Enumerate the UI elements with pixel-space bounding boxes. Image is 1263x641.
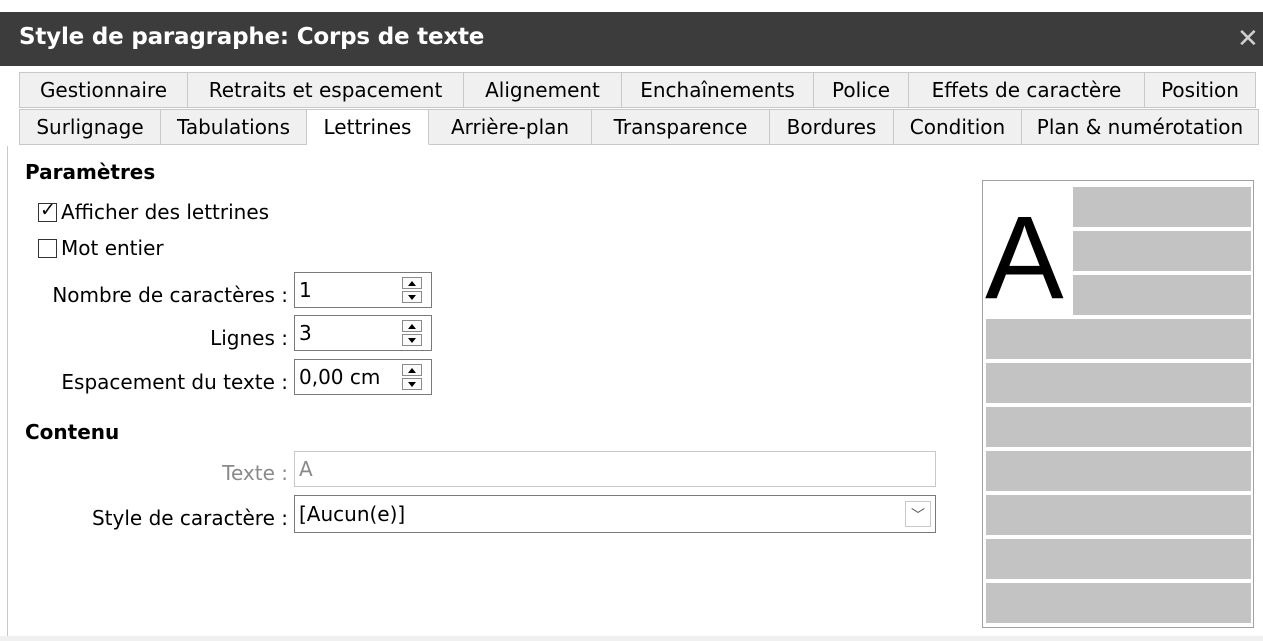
spacing-spin-buttons <box>402 364 424 390</box>
chevron-down-icon: ﹀ <box>911 507 925 523</box>
preview-line <box>986 495 1251 535</box>
whole-word-checkbox[interactable] <box>38 239 57 258</box>
tab-tabulations[interactable]: Tabulations <box>161 110 307 145</box>
tab-row-2: Surlignage Tabulations Lettrines Arrière… <box>19 109 1259 145</box>
lines-spinbox[interactable]: 3 <box>294 315 432 351</box>
dropcap-preview: A <box>982 180 1254 628</box>
spin-up-button[interactable] <box>402 364 422 376</box>
spacing-spinbox[interactable]: 0,00 cm <box>294 359 432 395</box>
char-style-value: [Aucun(e)] <box>299 502 406 526</box>
tab-arriere-plan[interactable]: Arrière-plan <box>429 110 592 145</box>
preview-line <box>1073 187 1251 227</box>
spin-up-button[interactable] <box>402 320 422 332</box>
preview-line <box>1073 231 1251 271</box>
checkmark-icon: ✓ <box>40 200 56 221</box>
arrow-down-icon <box>408 382 416 387</box>
char-style-label: Style de caractère : <box>91 506 288 530</box>
num-chars-label: Nombre de caractères : <box>52 283 288 307</box>
title-bar: Style de paragraphe: Corps de texte ✕ <box>0 12 1263 66</box>
num-chars-spinbox[interactable]: 1 <box>294 272 432 308</box>
dropdown-button[interactable]: ﹀ <box>905 501 931 527</box>
arrow-up-icon <box>408 324 416 329</box>
tab-condition[interactable]: Condition <box>894 110 1022 145</box>
num-chars-spin-buttons <box>402 277 424 303</box>
num-chars-value: 1 <box>299 278 312 302</box>
arrow-up-icon <box>408 368 416 373</box>
tab-gestionnaire[interactable]: Gestionnaire <box>20 73 188 108</box>
close-icon[interactable]: ✕ <box>1237 25 1259 51</box>
preview-line <box>986 539 1251 579</box>
tab-lettrines[interactable]: Lettrines <box>307 110 429 145</box>
show-dropcaps-checkbox[interactable]: ✓ <box>38 200 57 222</box>
lines-value: 3 <box>299 321 312 345</box>
tab-plan-numerotation[interactable]: Plan & numérotation <box>1022 110 1259 145</box>
dialog-bottom-edge <box>0 636 1263 641</box>
tab-retraits[interactable]: Retraits et espacement <box>188 73 464 108</box>
arrow-down-icon <box>408 338 416 343</box>
dialog-title: Style de paragraphe: Corps de texte <box>19 24 485 50</box>
spacing-label: Espacement du texte : <box>61 370 288 394</box>
dropcap-text-value: A <box>299 457 313 481</box>
spin-down-button[interactable] <box>402 291 422 303</box>
spin-down-button[interactable] <box>402 378 422 390</box>
section-heading-parametres: Paramètres <box>25 160 156 184</box>
tab-position[interactable]: Position <box>1145 73 1256 108</box>
preview-line <box>986 583 1251 623</box>
tab-surlignage[interactable]: Surlignage <box>20 110 161 145</box>
spacing-value: 0,00 cm <box>299 365 381 389</box>
whole-word-label[interactable]: Mot entier <box>61 236 164 260</box>
preview-line <box>986 363 1251 403</box>
tab-row-1: Gestionnaire Retraits et espacement Alig… <box>19 72 1256 108</box>
char-style-select[interactable]: [Aucun(e)] ﹀ <box>294 495 936 533</box>
preview-line <box>986 451 1251 491</box>
section-heading-contenu: Contenu <box>25 420 120 444</box>
tab-police[interactable]: Police <box>814 73 909 108</box>
arrow-up-icon <box>408 281 416 286</box>
spin-up-button[interactable] <box>402 277 422 289</box>
spin-down-button[interactable] <box>402 334 422 346</box>
tab-effets[interactable]: Effets de caractère <box>909 73 1145 108</box>
text-label: Texte : <box>222 461 288 485</box>
lines-label: Lignes : <box>210 326 288 350</box>
show-dropcaps-text: Afficher des lettrines <box>61 200 270 224</box>
tab-transparence[interactable]: Transparence <box>592 110 770 145</box>
preview-dropcap-letter: A <box>985 192 1064 324</box>
tab-alignement[interactable]: Alignement <box>464 73 622 108</box>
dropcap-text-input[interactable]: A <box>294 451 936 487</box>
lines-spin-buttons <box>402 320 424 346</box>
show-dropcaps-label[interactable]: Afficher des lettrines <box>61 200 269 224</box>
arrow-down-icon <box>408 295 416 300</box>
preview-line <box>986 407 1251 447</box>
tab-enchainements[interactable]: Enchaînements <box>622 73 814 108</box>
tab-bordures[interactable]: Bordures <box>770 110 894 145</box>
preview-line <box>1073 275 1251 315</box>
